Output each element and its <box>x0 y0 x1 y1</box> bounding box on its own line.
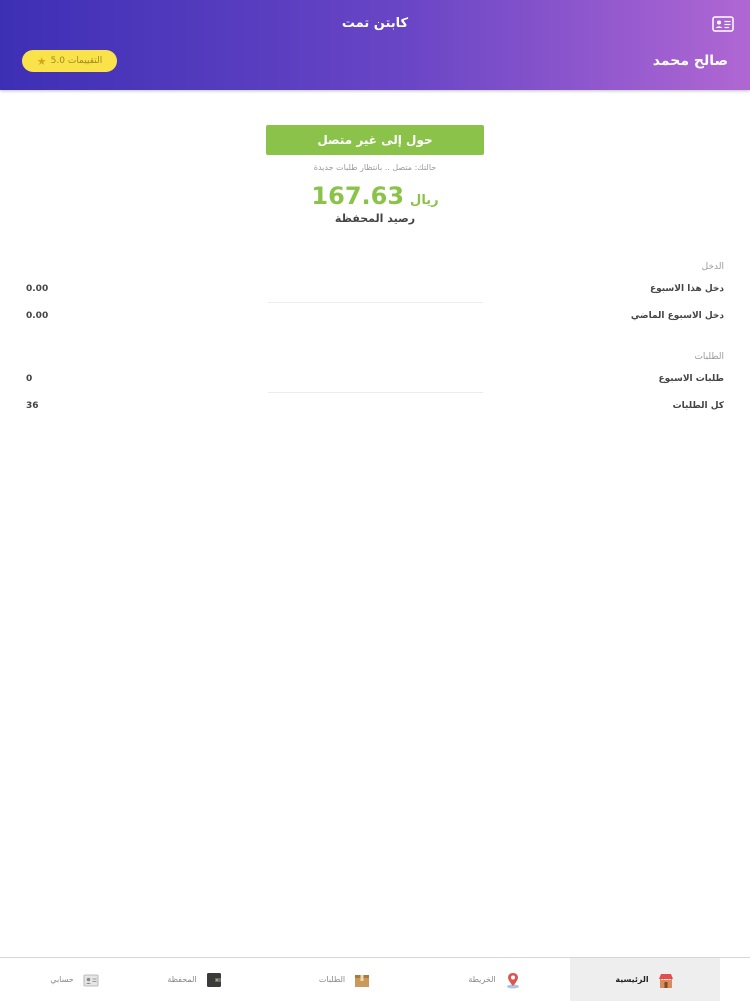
tab-orders[interactable]: الطلبات <box>270 958 420 1001</box>
orders-this-week-label: طلبات الاسبوع <box>658 374 724 384</box>
tab-map[interactable]: الخريطة <box>420 958 570 1001</box>
tab-account[interactable]: حسابي <box>0 958 150 1001</box>
income-this-week-label: دخل هذا الاسبوع <box>649 284 724 294</box>
tab-home-label: الرئيسية <box>615 975 649 984</box>
map-pin-icon <box>504 971 522 989</box>
tab-map-label: الخريطة <box>468 975 496 984</box>
income-last-week-value: 0.00 <box>26 311 49 321</box>
wallet-currency: ريال <box>410 193 439 208</box>
income-this-week-value: 0.00 <box>26 284 49 294</box>
wallet-icon <box>205 971 223 989</box>
home-store-icon <box>657 971 675 989</box>
orders-total-value: 36 <box>26 401 39 411</box>
income-section-title: الدخل <box>701 262 724 272</box>
driver-name: صالح محمد <box>652 53 728 69</box>
bottom-tab-bar: الرئيسية الخريطة الطلبات المحفظة حسابي <box>0 957 750 1001</box>
rating-text: 5.0 التقييمات <box>50 56 103 66</box>
package-box-icon <box>353 971 371 989</box>
wallet-label: رصيد المحفظة <box>334 212 416 225</box>
rating-badge[interactable]: ★ 5.0 التقييمات <box>22 50 117 72</box>
income-last-week-label: دخل الاسبوع الماضي <box>630 311 724 321</box>
orders-this-week-value: 0 <box>26 374 33 384</box>
id-card-icon[interactable] <box>712 16 734 32</box>
status-text: حالتك: متصل .. بانتظار طلبات جديدة <box>313 163 437 172</box>
star-icon: ★ <box>36 54 47 68</box>
toggle-offline-button[interactable]: حول إلى غير متصل <box>266 125 484 155</box>
wallet-amount: 167.63 <box>311 182 405 210</box>
orders-section-title: الطلبات <box>694 352 724 362</box>
tab-wallet-label: المحفظة <box>167 975 197 984</box>
account-card-icon <box>82 971 100 989</box>
tab-account-label: حسابي <box>50 975 74 984</box>
divider <box>268 302 483 303</box>
wallet-balance: 167.63 ريال <box>0 182 750 210</box>
tab-orders-label: الطلبات <box>318 975 346 984</box>
orders-total-label: كل الطلبات <box>672 401 724 411</box>
top-header: كابتن تمت صالح محمد ★ 5.0 التقييمات <box>0 0 750 90</box>
app-title: كابتن تمت <box>341 16 409 31</box>
tab-home[interactable]: الرئيسية <box>570 958 720 1001</box>
divider <box>268 392 483 393</box>
